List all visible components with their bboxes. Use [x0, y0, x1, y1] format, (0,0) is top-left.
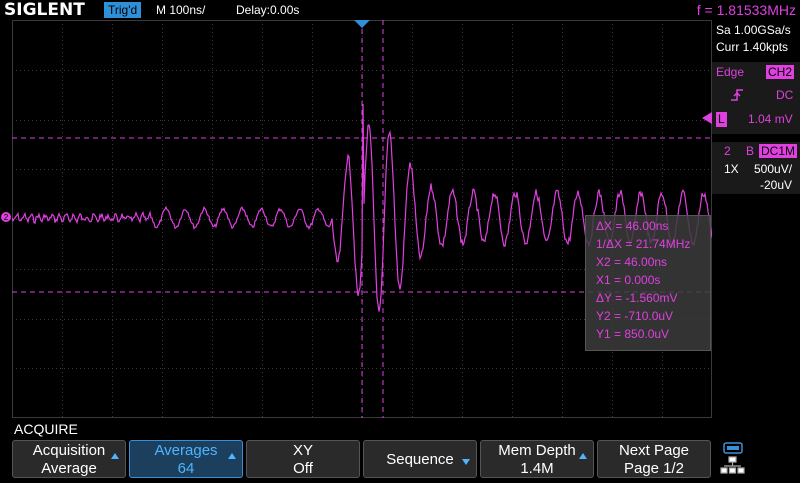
cursor-delta-y: ΔY = -1.560mV — [596, 291, 678, 305]
right-info-panel: Sa 1.00GSa/s Curr 1.40kpts Edge CH2 DC L… — [712, 20, 800, 418]
sample-rate: Sa 1.00GSa/s — [716, 23, 791, 37]
trigger-level-icon — [702, 112, 712, 124]
button-label: Next Page — [618, 442, 690, 459]
trigger-position-icon — [354, 20, 370, 28]
sequence-button[interactable]: Sequence — [363, 440, 477, 478]
mem-depth-button[interactable]: Mem Depth 1.4M — [480, 440, 594, 478]
button-value: Average — [41, 460, 97, 477]
cursor-x1: X1 = 0.000s — [596, 273, 661, 287]
trigger-level-label: L — [716, 112, 727, 127]
menu-title: ACQUIRE — [14, 421, 78, 437]
trigger-panel[interactable]: Edge CH2 DC L 1.04 mV — [712, 62, 800, 134]
trigger-type: Edge — [716, 65, 745, 79]
arrow-up-icon — [111, 453, 119, 459]
button-value: 64 — [177, 460, 195, 477]
trigger-source: CH2 — [766, 65, 795, 79]
frequency-readout: f = 1.81533MHz — [696, 2, 796, 18]
trigger-status-badge: Trig'd — [104, 2, 142, 18]
button-value: Page 1/2 — [623, 460, 685, 477]
cursor-readout-panel: ΔX = 46.00ns 1/ΔX = 21.74MHz X2 = 46.00n… — [585, 215, 711, 351]
channel-offset-marker-icon: 2 — [1, 212, 11, 222]
channel-number: 2 — [724, 144, 731, 158]
network-icon — [720, 456, 745, 474]
button-label: Sequence — [386, 451, 454, 468]
brand-logo: SIGLENT — [4, 0, 85, 20]
arrow-up-icon — [228, 453, 236, 459]
next-page-button[interactable]: Next Page Page 1/2 — [597, 440, 711, 478]
arrow-down-icon — [462, 459, 470, 465]
arrow-up-icon — [579, 453, 587, 459]
button-label: Mem Depth — [498, 442, 576, 459]
vertical-offset: -20uV — [760, 178, 793, 192]
cursor-inverse-delta-x: 1/ΔX = 21.74MHz — [596, 237, 691, 251]
vertical-scale: 500uV/ — [754, 162, 793, 176]
button-value: 1.4M — [520, 460, 554, 477]
channel-bw-limit: B — [746, 144, 755, 158]
button-value: Off — [293, 460, 313, 477]
averages-button[interactable]: Averages 64 — [129, 440, 243, 478]
cursor-y1: Y1 = 850.0uV — [596, 327, 670, 341]
svg-text:2: 2 — [4, 213, 9, 222]
cursor-y2: Y2 = -710.0uV — [596, 309, 674, 323]
memory-depth-readout: Curr 1.40kpts — [716, 40, 789, 54]
timebase-readout: M 100ns/ — [156, 3, 206, 17]
button-label: Acquisition — [32, 442, 106, 459]
cursor-x2: X2 = 46.00ns — [596, 255, 668, 269]
top-status-bar: SIGLENT Trig'd M 100ns/ Delay:0.00s f = … — [0, 0, 800, 20]
xy-mode-button[interactable]: XY Off — [246, 440, 360, 478]
button-label: Averages — [154, 442, 218, 459]
trigger-level: 1.04 mV — [748, 112, 793, 126]
acquisition-mode-button[interactable]: Acquisition Average — [12, 440, 126, 478]
edge-rising-icon — [731, 89, 743, 101]
trigger-coupling: DC — [776, 88, 794, 102]
usb-icon — [723, 442, 743, 454]
channel2-panel[interactable]: 2 B DC1M 1X 500uV/ -20uV — [712, 142, 800, 194]
delay-readout: Delay:0.00s — [236, 3, 300, 17]
cursor-delta-x: ΔX = 46.00ns — [596, 219, 669, 233]
status-icons — [716, 440, 800, 478]
probe-attenuation: 1X — [724, 162, 739, 176]
channel-coupling: DC1M — [759, 144, 798, 158]
button-label: XY — [292, 442, 313, 459]
